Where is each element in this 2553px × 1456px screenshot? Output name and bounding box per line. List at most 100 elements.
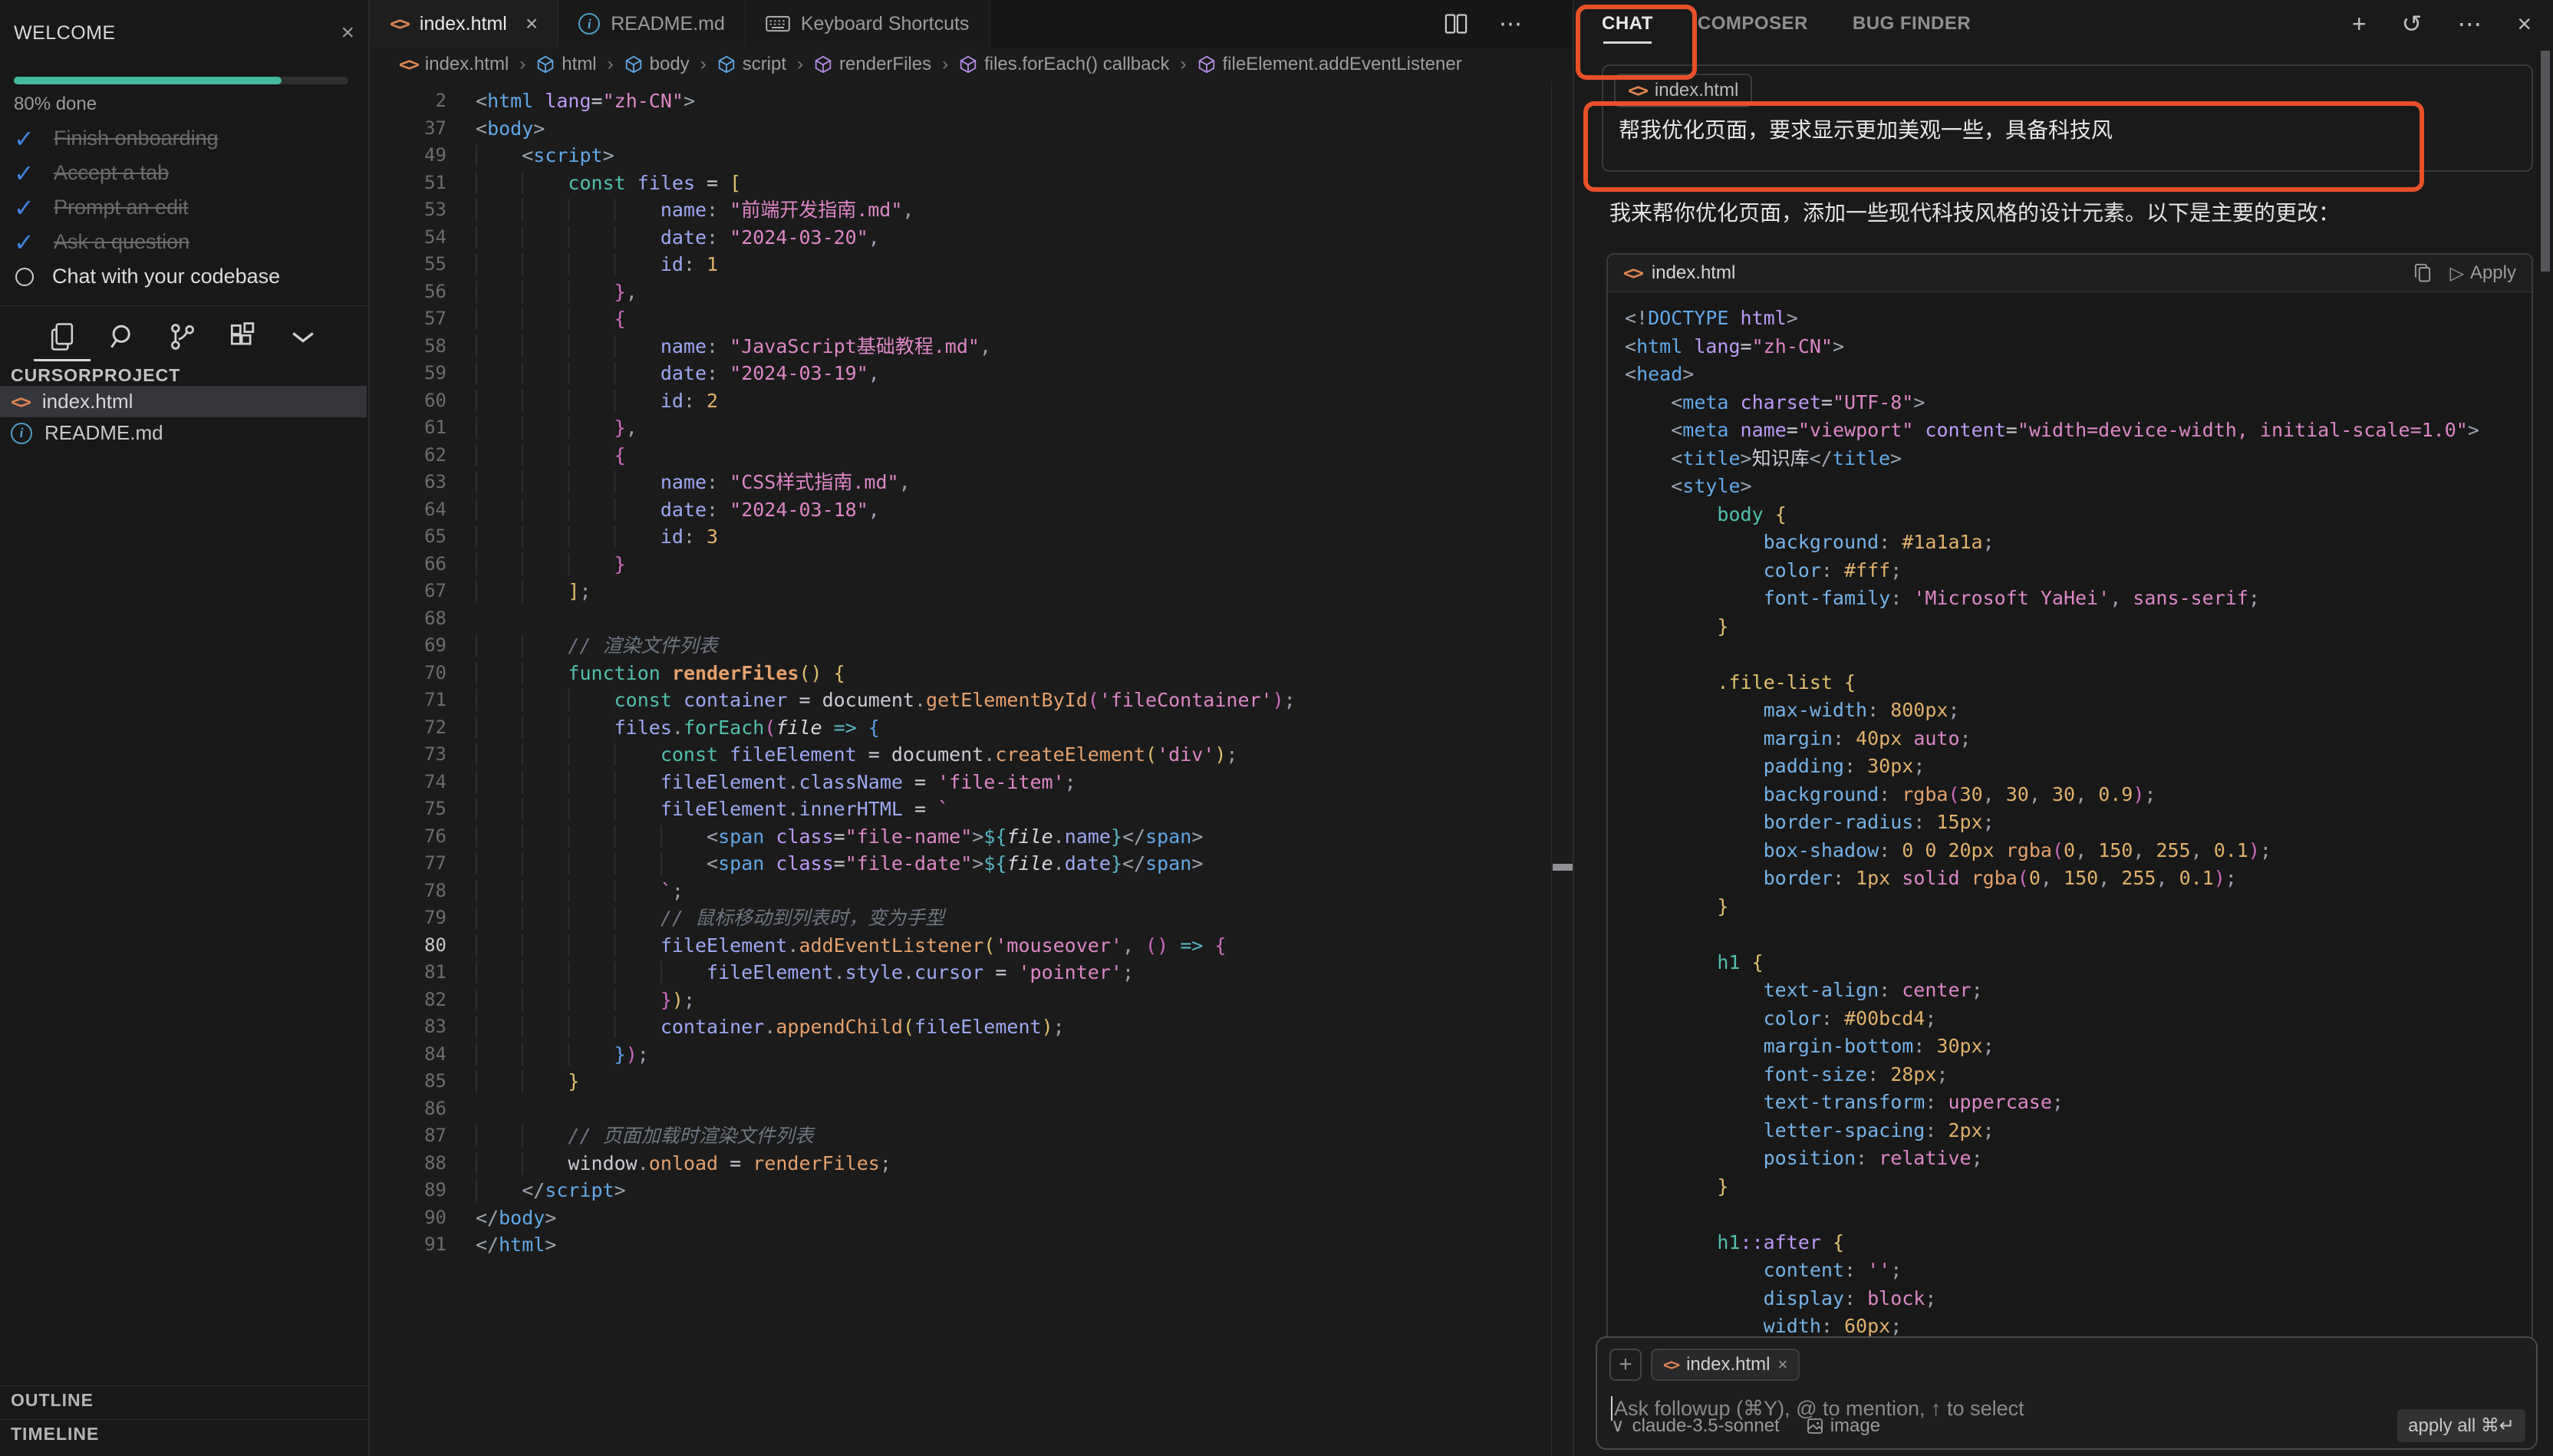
code-line: <meta charset="UTF-8"> xyxy=(1625,389,2532,417)
code-line: 83 container.appendChild(fileElement); xyxy=(370,1013,1573,1041)
project-name: CURSORPROJECT xyxy=(11,365,180,386)
code-line: 91</html> xyxy=(370,1231,1573,1259)
input-context-chip[interactable]: <> index.html × xyxy=(1651,1349,1800,1381)
symbol-icon xyxy=(814,55,832,74)
chat-code-lines[interactable]: <!DOCTYPE html><html lang="zh-CN"><head>… xyxy=(1608,292,2532,1369)
sidebar-panel-timeline[interactable]: TIMELINE xyxy=(11,1424,99,1444)
code-line: <html lang="zh-CN"> xyxy=(1625,333,2532,361)
code-line: <title>知识库</title> xyxy=(1625,445,2532,473)
source-control-icon[interactable] xyxy=(165,319,200,354)
apply-button[interactable]: ▷ Apply xyxy=(2449,262,2516,285)
editor-tabs: <>index.html×iREADME.mdKeyboard Shortcut… xyxy=(370,0,990,48)
code-line xyxy=(1625,921,2532,949)
code-line: 60 id: 2 xyxy=(370,387,1573,415)
chevron-down-icon[interactable] xyxy=(285,319,321,354)
search-icon[interactable] xyxy=(105,319,140,354)
code-line: } xyxy=(1625,893,2532,921)
code-line: 67 ]; xyxy=(370,578,1573,605)
close-icon[interactable]: × xyxy=(525,12,538,36)
code-line: 63 name: "CSS样式指南.md", xyxy=(370,469,1573,496)
breadcrumb-item[interactable]: html xyxy=(536,54,596,75)
code-line: text-align: center; xyxy=(1625,977,2532,1005)
code-line: color: #fff; xyxy=(1625,557,2532,585)
code-line xyxy=(1625,1201,2532,1229)
chat-tab-bug-finder[interactable]: BUG FINDER xyxy=(1853,13,1971,35)
code-line: position: relative; xyxy=(1625,1145,2532,1173)
files-icon[interactable] xyxy=(44,319,80,354)
more-actions-icon[interactable]: ⋯ xyxy=(1499,11,1524,38)
extensions-icon[interactable] xyxy=(226,319,261,354)
code-line: 84 }); xyxy=(370,1041,1573,1069)
copy-icon[interactable] xyxy=(2413,262,2433,284)
split-editor-icon[interactable] xyxy=(1444,12,1468,36)
tab-Keyboard Shortcuts[interactable]: Keyboard Shortcuts xyxy=(746,0,990,48)
task-item[interactable]: Chat with your codebase xyxy=(14,259,361,294)
symbol-icon xyxy=(959,55,977,74)
chat-scrollbar[interactable] xyxy=(2541,51,2550,272)
overview-ruler-border xyxy=(1551,81,1552,1456)
code-line: max-width: 800px; xyxy=(1625,697,2532,725)
html-file-icon: <> xyxy=(11,391,30,413)
chat-tab-composer[interactable]: COMPOSER xyxy=(1698,13,1808,35)
code-line: 75 fileElement.innerHTML = ` xyxy=(370,796,1573,823)
code-line: 57 { xyxy=(370,305,1573,333)
breadcrumb-item[interactable]: fileElement.addEventListener xyxy=(1197,54,1462,75)
attach-image-button[interactable]: image xyxy=(1806,1415,1880,1437)
file-item-README.md[interactable]: iREADME.md xyxy=(0,417,367,449)
tab-index.html[interactable]: <>index.html× xyxy=(370,0,558,48)
code-line: 79 // 鼠标移动到列表时，变为手型 xyxy=(370,904,1573,932)
code-line: 68 xyxy=(370,605,1573,633)
chip-close-icon[interactable]: × xyxy=(1777,1355,1787,1375)
chat-input-box: + <> index.html × Ask followup (⌘Y), @ t… xyxy=(1596,1336,2538,1450)
code-line: letter-spacing: 2px; xyxy=(1625,1117,2532,1145)
breadcrumb-item[interactable]: <>index.html xyxy=(399,54,509,75)
code-line: 65 id: 3 xyxy=(370,523,1573,551)
new-chat-icon[interactable]: + xyxy=(2352,12,2367,36)
task-item[interactable]: ✓Accept a tab xyxy=(14,156,361,190)
code-line: font-size: 28px; xyxy=(1625,1061,2532,1089)
close-icon[interactable]: × xyxy=(2517,12,2532,36)
breadcrumb-item[interactable]: script xyxy=(717,54,786,75)
breadcrumb-item[interactable]: files.forEach() callback xyxy=(959,54,1169,75)
html-file-icon: <> xyxy=(1663,1356,1678,1374)
html-file-icon: <> xyxy=(399,54,418,75)
sidebar: WELCOME × 80% done ✓Finish onboarding✓Ac… xyxy=(0,0,370,1456)
history-icon[interactable]: ↺ xyxy=(2402,12,2423,36)
code-line: display: block; xyxy=(1625,1285,2532,1313)
cursor-window: WELCOME × 80% done ✓Finish onboarding✓Ac… xyxy=(0,0,2553,1456)
add-context-button[interactable]: + xyxy=(1609,1349,1642,1381)
tab-README.md[interactable]: iREADME.md xyxy=(558,0,746,48)
overview-ruler-marker xyxy=(1553,864,1573,871)
model-selector[interactable]: ∨ claude-3.5-sonnet xyxy=(1611,1415,1780,1437)
breadcrumb-item[interactable]: body xyxy=(624,54,690,75)
code-line: text-transform: uppercase; xyxy=(1625,1089,2532,1117)
chat-tab-chat[interactable]: CHAT xyxy=(1602,13,1653,35)
task-item[interactable]: ✓Prompt an edit xyxy=(14,190,361,225)
apply-all-button[interactable]: apply all ⌘↵ xyxy=(2397,1409,2525,1442)
code-line: 70 function renderFiles() { xyxy=(370,660,1573,687)
code-line: <head> xyxy=(1625,361,2532,389)
code-line: 78 `; xyxy=(370,878,1573,905)
task-item[interactable]: ✓Finish onboarding xyxy=(14,121,361,156)
file-item-index.html[interactable]: <>index.html xyxy=(0,386,367,417)
symbol-icon xyxy=(717,55,736,74)
code-line: 87 // 页面加载时渲染文件列表 xyxy=(370,1122,1573,1150)
more-icon[interactable]: ⋯ xyxy=(2457,12,2482,36)
sidebar-panel-outline[interactable]: OUTLINE xyxy=(11,1390,94,1411)
task-item[interactable]: ✓Ask a question xyxy=(14,225,361,259)
code-line: 59 date: "2024-03-19", xyxy=(370,360,1573,387)
code-line: margin: 40px auto; xyxy=(1625,725,2532,753)
code-line: 80 fileElement.addEventListener('mouseov… xyxy=(370,932,1573,960)
code-line: 76 <span class="file-name">${file.name}<… xyxy=(370,823,1573,851)
close-icon[interactable]: × xyxy=(341,20,354,46)
code-area[interactable]: 2<html lang="zh-CN">37<body>49 <script>5… xyxy=(370,81,1573,1259)
breadcrumb-item[interactable]: renderFiles xyxy=(814,54,931,75)
code-line: 49 <script> xyxy=(370,142,1573,170)
assistant-message: 我来帮你优化页面，添加一些现代科技风格的设计元素。以下是主要的更改： xyxy=(1609,196,2340,227)
code-line: 62 { xyxy=(370,442,1573,469)
code-block-filename: index.html xyxy=(1652,262,1735,284)
symbol-icon xyxy=(536,55,555,74)
code-line: <meta name="viewport" content="width=dev… xyxy=(1625,417,2532,445)
user-message-card: <> index.html 帮我优化页面，要求显示更加美观一些，具备科技风 xyxy=(1602,64,2533,172)
context-file-chip[interactable]: <> index.html xyxy=(1614,74,1752,107)
